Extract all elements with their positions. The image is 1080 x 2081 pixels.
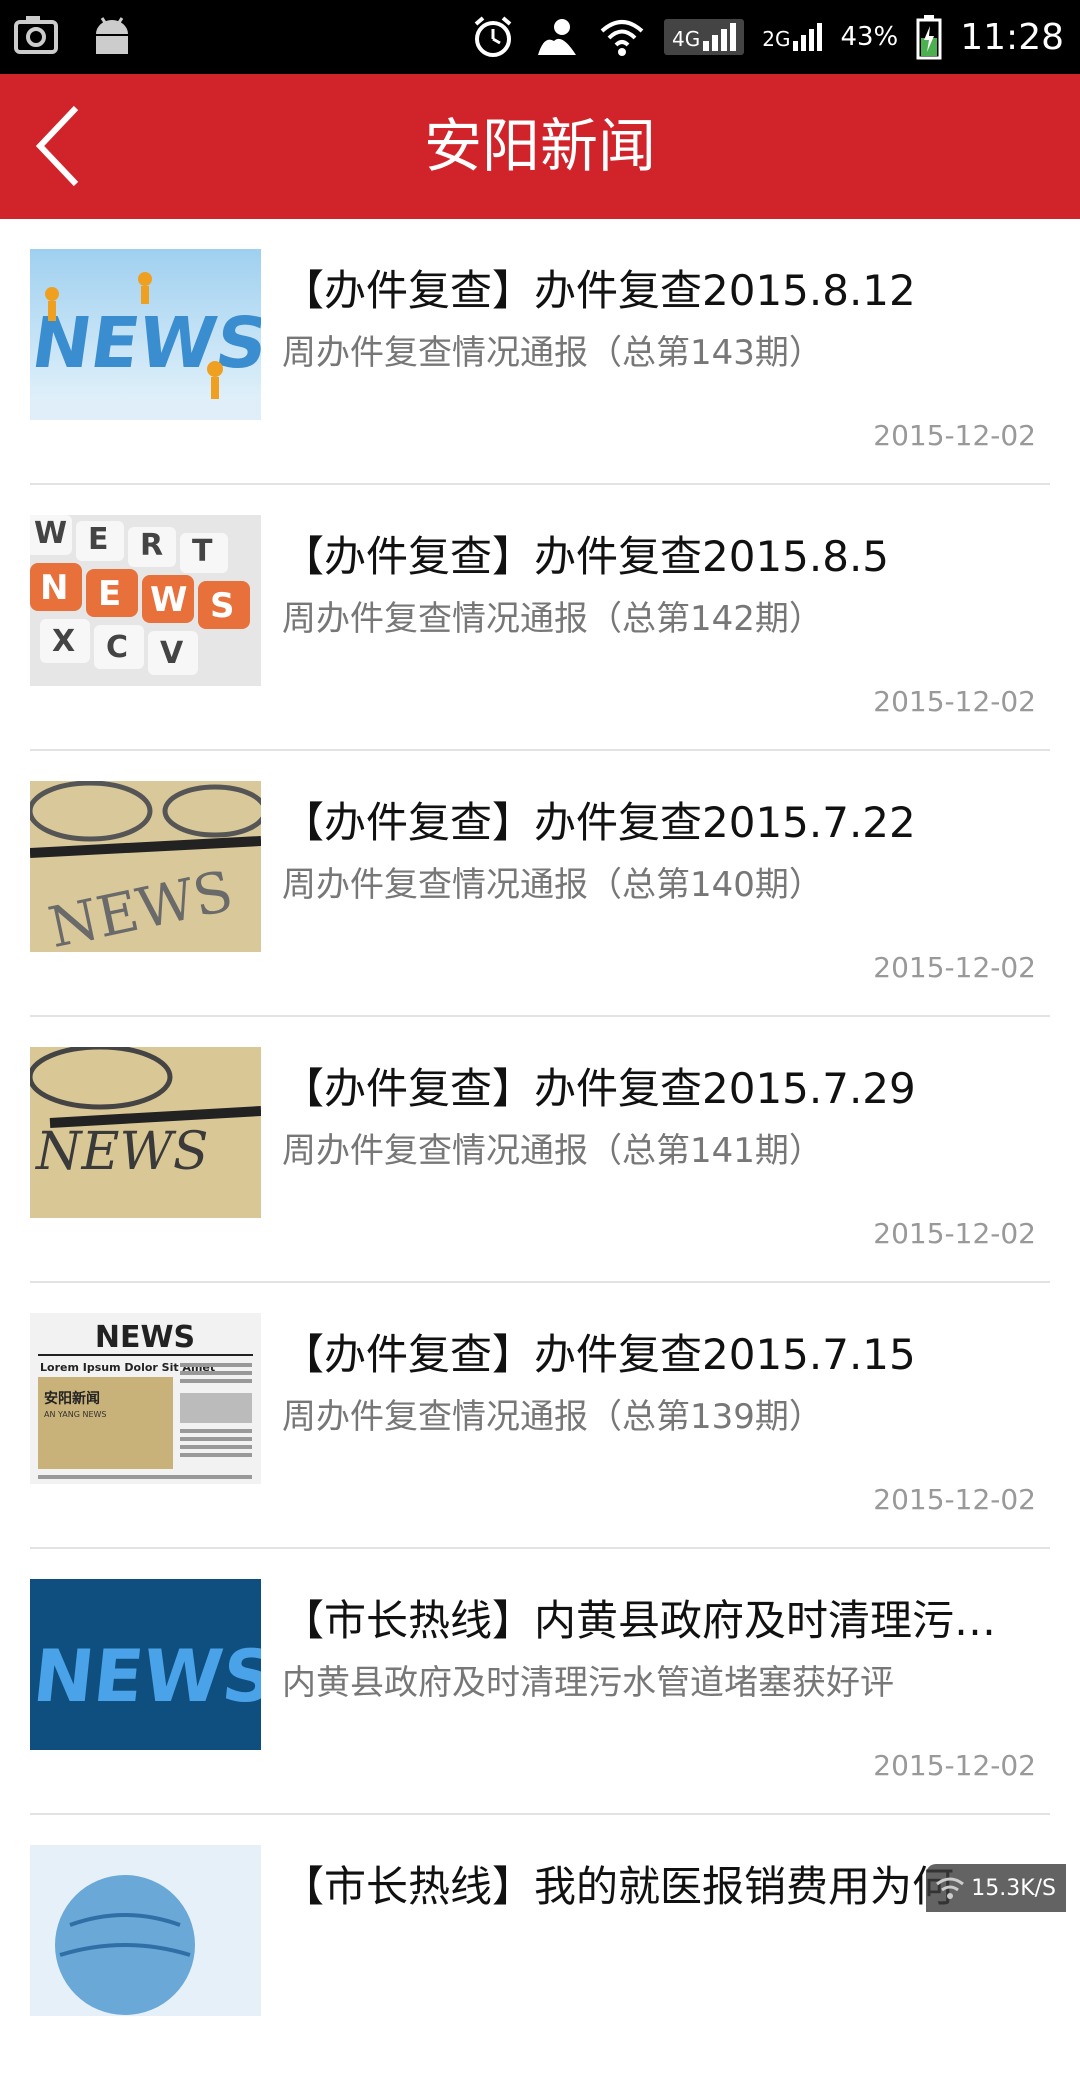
news-thumbnail: NEWS (30, 249, 261, 420)
wifi-icon (936, 1877, 965, 1899)
app-header: 安阳新闻 (0, 74, 1080, 219)
android-icon (96, 17, 128, 54)
news-title: 【办件复查】办件复查2015.8.5 (282, 532, 890, 581)
news-subtitle: 内黄县政府及时清理污水管道堵塞获好评 (282, 1663, 894, 1703)
signal-2g: 2G (762, 23, 823, 51)
network-2g-label: 2G (762, 27, 791, 51)
svg-text:安阳新闻: 安阳新闻 (44, 1390, 100, 1407)
news-thumbnail: NEWS (30, 781, 261, 952)
camera-icon (14, 16, 58, 54)
battery-percent: 43% (840, 22, 899, 52)
svg-text:E: E (98, 574, 121, 614)
news-thumbnail: W E R T N E W S X C V (30, 515, 261, 686)
news-date: 2015-12-02 (873, 1749, 1036, 1782)
svg-text:C: C (106, 630, 128, 665)
page-title: 安阳新闻 (423, 112, 656, 180)
news-item[interactable]: NEWS Lorem Ipsum Dolor Sit Amet 安阳新闻 AN … (30, 1283, 1050, 1549)
svg-text:R: R (140, 528, 163, 563)
news-item[interactable]: NEWS 【市长热线】内黄县政府及时清理污… 内黄县政府及时清理污水管道堵塞获好… (30, 1549, 1050, 1815)
news-word: NEWS (34, 1122, 209, 1182)
clock: 11:28 (960, 16, 1064, 58)
svg-text:X: X (52, 624, 75, 659)
news-item[interactable]: NEWS 【办件复查】办件复查2015.7.22 周办件复查情况通报（总第140… (30, 751, 1050, 1017)
alarm-icon (474, 16, 512, 57)
news-item[interactable]: NEWS 【办件复查】办件复查2015.8.12 周办件复查情况通报（总第143… (30, 219, 1050, 485)
news-thumbnail: NEWS (30, 1579, 261, 1750)
news-date: 2015-12-02 (873, 1483, 1036, 1516)
news-subtitle: 周办件复查情况通报（总第141期） (282, 1131, 823, 1171)
news-word: NEWS (30, 302, 261, 384)
news-title: 【办件复查】办件复查2015.7.15 (282, 1330, 916, 1379)
svg-text:E: E (88, 522, 109, 557)
wifi-icon (600, 20, 644, 56)
speed-text: 15.3K/S (971, 1875, 1056, 1901)
news-item[interactable]: NEWS 【办件复查】办件复查2015.7.29 周办件复查情况通报（总第141… (30, 1017, 1050, 1283)
news-thumbnail: NEWS Lorem Ipsum Dolor Sit Amet 安阳新闻 AN … (30, 1313, 261, 1484)
news-item[interactable]: 【市长热线】我的就医报销费用为何 (30, 1815, 1050, 2081)
news-item[interactable]: W E R T N E W S X C V 【办件复查】办件复查2015.8.5… (30, 485, 1050, 751)
news-subtitle: 周办件复查情况通报（总第143期） (282, 333, 823, 373)
news-date: 2015-12-02 (873, 419, 1036, 452)
news-word: NEWS (30, 1635, 261, 1719)
svg-text:S: S (210, 586, 235, 626)
status-bar: 4G 2G 43% 11:28 (0, 0, 1080, 74)
svg-text:W: W (150, 580, 188, 620)
news-title: 【办件复查】办件复查2015.7.22 (282, 798, 916, 847)
news-title: 【办件复查】办件复查2015.8.12 (282, 266, 916, 315)
svg-text:N: N (40, 568, 68, 608)
person-icon (537, 19, 576, 55)
svg-text:AN YANG NEWS: AN YANG NEWS (44, 1410, 107, 1419)
svg-text:T: T (192, 534, 213, 569)
news-date: 2015-12-02 (873, 951, 1036, 984)
news-title: 【市长热线】内黄县政府及时清理污… (282, 1596, 997, 1645)
battery-icon (916, 15, 942, 60)
news-date: 2015-12-02 (873, 1217, 1036, 1250)
news-subtitle: 周办件复查情况通报（总第140期） (282, 865, 823, 905)
newspaper-headline: NEWS (95, 1320, 195, 1355)
signal-4g: 4G (663, 19, 745, 55)
svg-text:V: V (160, 636, 184, 671)
svg-text:W: W (34, 516, 67, 551)
news-thumbnail (30, 1845, 261, 2016)
network-4g-label: 4G (671, 27, 701, 51)
news-subtitle: 周办件复查情况通报（总第142期） (282, 599, 823, 639)
network-speed-indicator: 15.3K/S (926, 1864, 1066, 1912)
news-thumbnail: NEWS (30, 1047, 261, 1218)
news-list[interactable]: NEWS 【办件复查】办件复查2015.8.12 周办件复查情况通报（总第143… (0, 219, 1080, 2081)
news-title: 【办件复查】办件复查2015.7.29 (282, 1064, 916, 1113)
news-subtitle: 周办件复查情况通报（总第139期） (282, 1397, 823, 1437)
news-date: 2015-12-02 (873, 685, 1036, 718)
